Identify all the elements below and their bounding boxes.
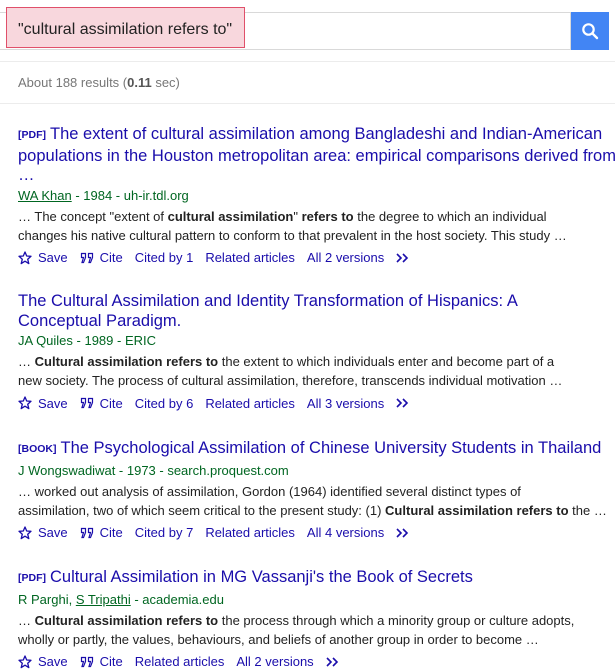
versions-link[interactable]: All 2 versions xyxy=(236,654,313,669)
more-button[interactable] xyxy=(396,252,416,263)
result-title-link[interactable]: The Cultural Assimilation and Identity T… xyxy=(18,292,558,331)
save-button[interactable]: Save xyxy=(18,250,68,265)
more-button[interactable] xyxy=(396,398,416,408)
save-button[interactable]: Save xyxy=(18,525,68,540)
cite-button[interactable]: Cite xyxy=(80,396,123,411)
search-input[interactable]: "cultural assimilation refers to" xyxy=(18,21,232,39)
author-link[interactable]: S Tripathi xyxy=(76,592,131,607)
related-articles-link[interactable]: Related articles xyxy=(205,525,295,540)
double-chevron-icon xyxy=(326,656,338,667)
save-button[interactable]: Save xyxy=(18,654,68,669)
more-button[interactable] xyxy=(396,527,416,538)
result-authors: R Parghi, S Tripathi - academia.edu xyxy=(18,591,224,607)
result-authors: JA Quiles - 1989 - ERIC xyxy=(18,333,156,348)
save-button[interactable]: Save xyxy=(18,396,68,411)
star-icon xyxy=(18,654,32,668)
result-snippet: … Cultural assimilation refers to the pr… xyxy=(18,612,575,647)
result-type-tag: [PDF] xyxy=(18,572,46,584)
result-snippet: … worked out analysis of assimilation, G… xyxy=(18,483,607,518)
stats-divider xyxy=(0,103,615,104)
versions-link[interactable]: All 3 versions xyxy=(307,396,384,411)
cite-button[interactable]: Cite xyxy=(80,250,123,265)
result-actions: Save Cite Cited by 7 Related articles Al… xyxy=(18,523,615,543)
quote-icon xyxy=(80,397,93,409)
star-icon xyxy=(18,525,32,539)
result-type-tag: [BOOK] xyxy=(18,443,57,455)
double-chevron-icon xyxy=(396,252,409,263)
search-result: [PDF] Cultural Assimilation in MG Vassanj… xyxy=(18,568,615,672)
result-actions: Save Cite Cited by 1 Related articles Al… xyxy=(18,248,615,268)
author-link[interactable]: WA Khan xyxy=(18,188,72,203)
result-title-link[interactable]: [PDF] Cultural Assimilation in MG Vassanj… xyxy=(18,568,615,590)
cited-by-link[interactable]: Cited by 6 xyxy=(135,396,194,411)
more-button[interactable] xyxy=(326,656,346,667)
search-result: [BOOK] The Psychological Assimilation of … xyxy=(18,439,615,543)
versions-link[interactable]: All 2 versions xyxy=(307,250,384,265)
results-stats: About 188 results (0.11 sec) xyxy=(18,75,180,90)
search-icon xyxy=(582,23,599,40)
cite-button[interactable]: Cite xyxy=(80,525,123,540)
double-chevron-icon xyxy=(396,398,409,408)
result-title-link[interactable]: [BOOK] The Psychological Assimilation of … xyxy=(18,439,615,461)
result-authors: WA Khan - 1984 - uh-ir.tdl.org xyxy=(18,187,189,203)
quote-icon xyxy=(80,252,93,263)
star-icon xyxy=(18,250,32,264)
result-actions: Save Cite Cited by 6 Related articles Al… xyxy=(18,393,615,413)
result-snippet: … The concept "extent of cultural assimi… xyxy=(18,208,567,243)
result-type-tag: [PDF] xyxy=(18,129,46,141)
versions-link[interactable]: All 4 versions xyxy=(307,525,384,540)
search-button[interactable] xyxy=(571,12,609,50)
author-name: R Parghi xyxy=(18,591,69,607)
cited-by-link[interactable]: Cited by 1 xyxy=(135,250,194,265)
star-icon xyxy=(18,396,32,410)
quote-icon xyxy=(80,527,93,538)
top-divider xyxy=(0,61,615,62)
result-actions: Save Cite Related articles All 2 version… xyxy=(18,652,615,672)
related-articles-link[interactable]: Related articles xyxy=(135,654,225,669)
search-result: [PDF] The extent of cultural assimilation… xyxy=(18,125,615,268)
result-snippet: … Cultural assimilation refers to the ex… xyxy=(18,354,563,388)
cited-by-link[interactable]: Cited by 7 xyxy=(135,525,194,540)
search-result: The Cultural Assimilation and Identity T… xyxy=(18,292,615,413)
result-authors: J Wongswadiwat - 1973 - search.proquest.… xyxy=(18,462,289,478)
result-title-link[interactable]: [PDF] The extent of cultural assimilation… xyxy=(18,125,615,186)
double-chevron-icon xyxy=(396,527,409,538)
cite-button[interactable]: Cite xyxy=(80,654,123,669)
related-articles-link[interactable]: Related articles xyxy=(205,250,295,265)
quote-icon xyxy=(80,656,93,667)
related-articles-link[interactable]: Related articles xyxy=(205,396,295,411)
